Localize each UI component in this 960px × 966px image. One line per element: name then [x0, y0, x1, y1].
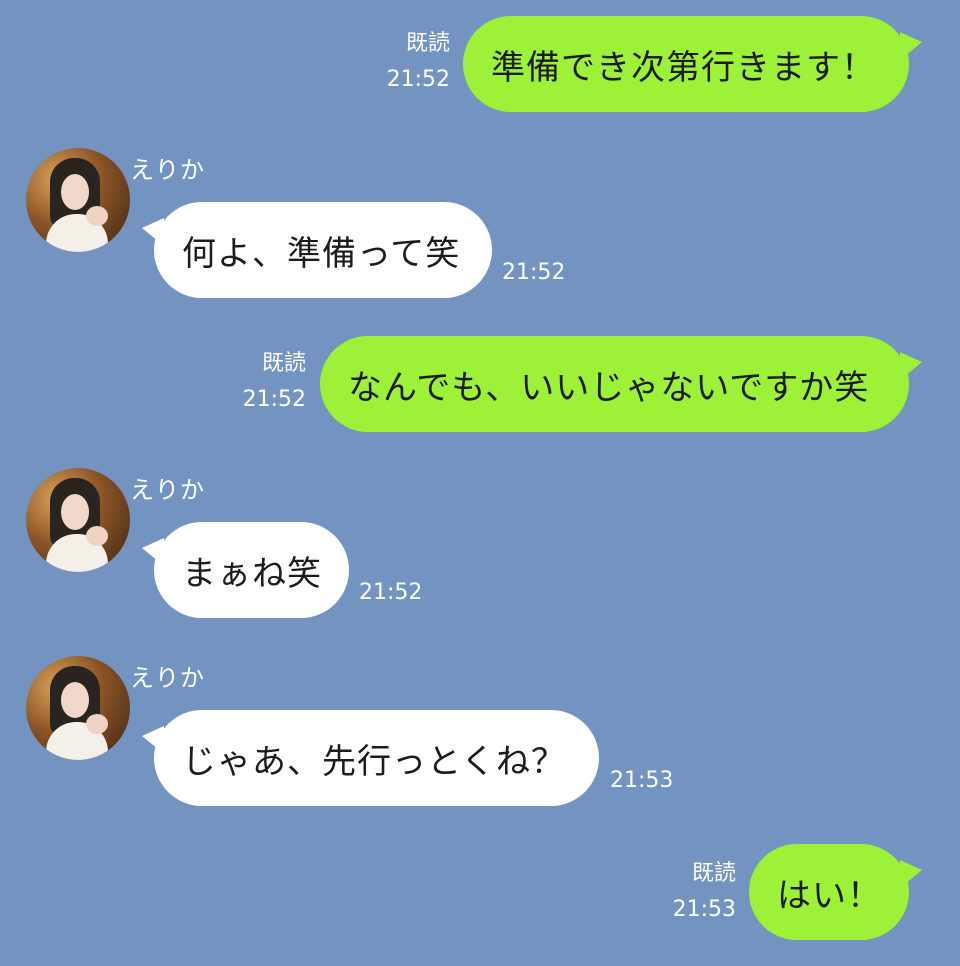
message-text: はい！ — [777, 875, 882, 916]
sender-name: えりか — [130, 156, 205, 184]
avatar[interactable] — [26, 148, 130, 252]
message-meta: 既読 21:53 — [646, 856, 736, 928]
message-bubble[interactable]: 準備でき次第行きます！ — [463, 16, 909, 112]
timestamp: 21:53 — [610, 768, 674, 793]
message-bubble[interactable]: はい！ — [749, 844, 909, 940]
message-text: なんでも、いいじゃないですか笑 — [348, 367, 870, 408]
message-bubble[interactable]: まぁね笑 — [154, 522, 349, 618]
message-bubble[interactable]: 何よ、準備って笑 — [154, 202, 492, 298]
sender-name: えりか — [130, 664, 205, 692]
message-meta: 既読 21:52 — [360, 26, 450, 98]
chat-log: 既読 21:52 準備でき次第行きます！ えりか 何よ、準備って笑 21:52 … — [0, 0, 960, 966]
timestamp: 21:52 — [502, 260, 566, 285]
message-text: 何よ、準備って笑 — [182, 233, 461, 274]
timestamp: 21:52 — [242, 387, 306, 412]
timestamp: 21:53 — [672, 897, 736, 922]
read-receipt: 既読 — [405, 31, 450, 56]
read-receipt: 既読 — [691, 861, 736, 886]
message-text: まぁね笑 — [182, 553, 322, 594]
bubble-tail — [900, 32, 922, 60]
message-text: 準備でき次第行きます！ — [491, 47, 876, 88]
message-text: じゃあ、先行っとくね？ — [182, 741, 566, 782]
message-bubble[interactable]: なんでも、いいじゃないですか笑 — [320, 336, 909, 432]
avatar[interactable] — [26, 656, 130, 760]
avatar[interactable] — [26, 468, 130, 572]
message-bubble[interactable]: じゃあ、先行っとくね？ — [154, 710, 599, 806]
timestamp: 21:52 — [386, 67, 450, 92]
sender-name: えりか — [130, 476, 205, 504]
bubble-tail — [900, 860, 922, 888]
timestamp: 21:52 — [359, 580, 423, 605]
read-receipt: 既読 — [261, 351, 306, 376]
message-meta: 既読 21:52 — [216, 346, 306, 418]
bubble-tail — [900, 352, 922, 380]
